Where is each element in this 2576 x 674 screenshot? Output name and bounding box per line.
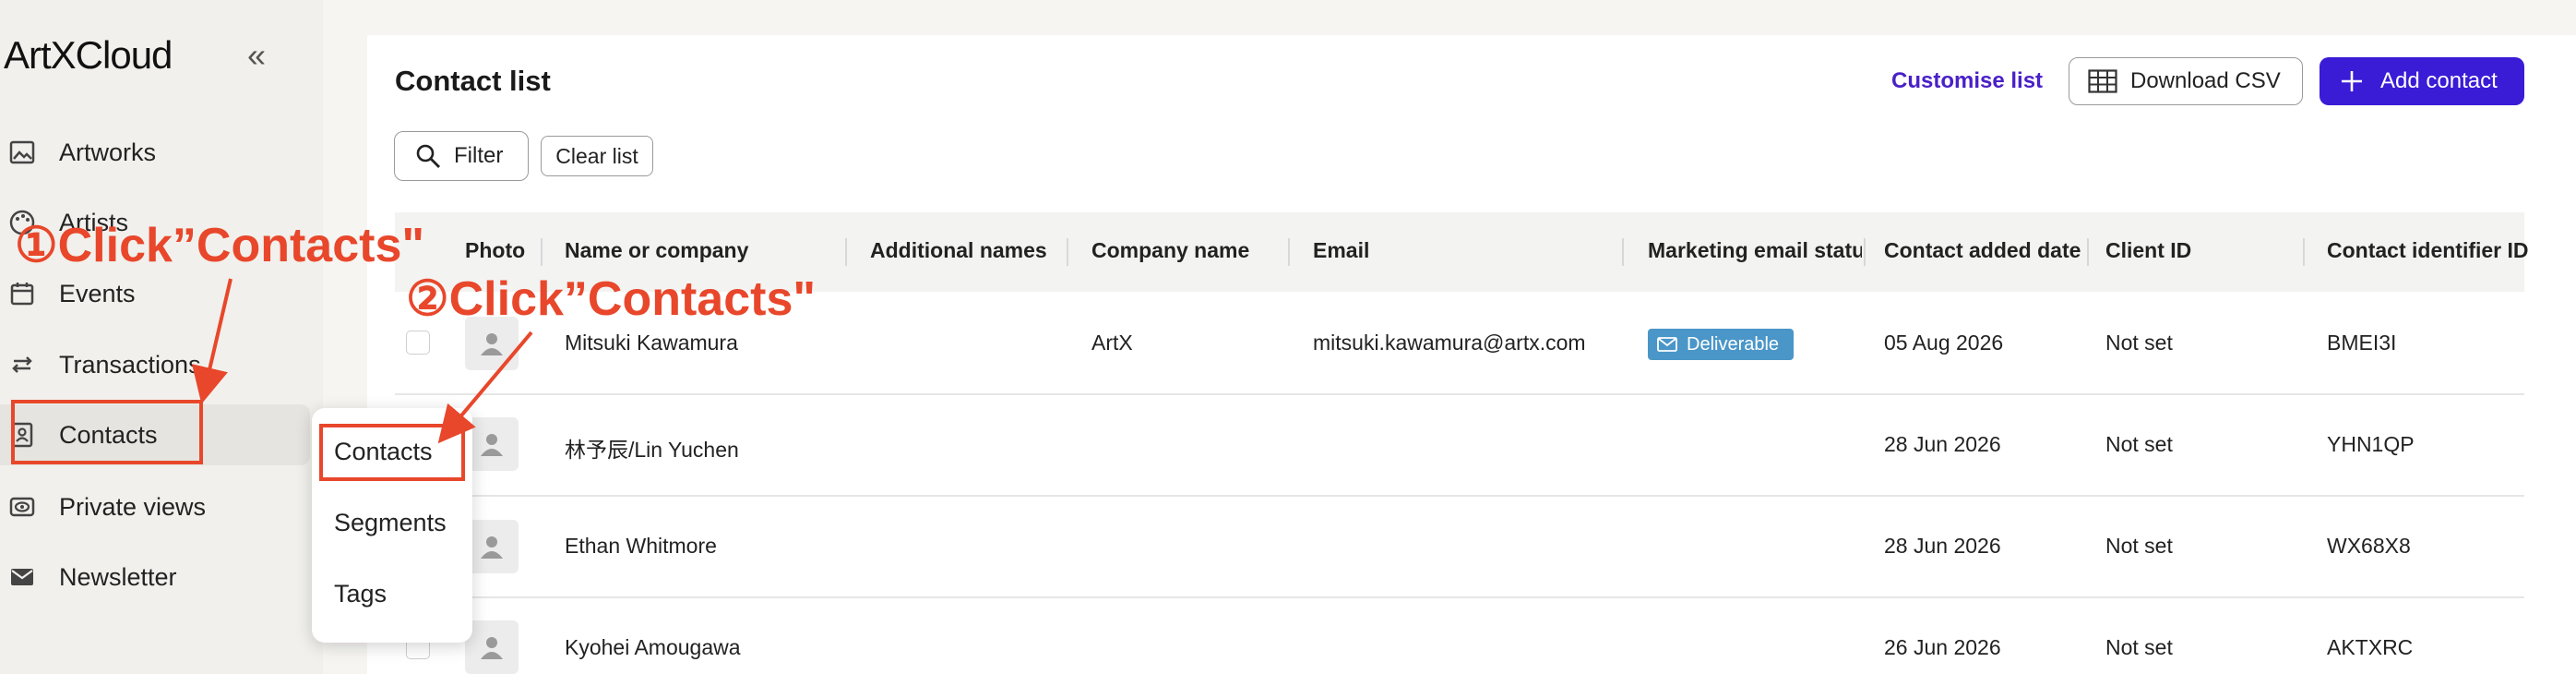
annotation-arrows: [191, 278, 533, 444]
arrow-to-sidebar-contacts: [191, 278, 233, 404]
arrow-to-submenu-contacts: [437, 331, 533, 444]
